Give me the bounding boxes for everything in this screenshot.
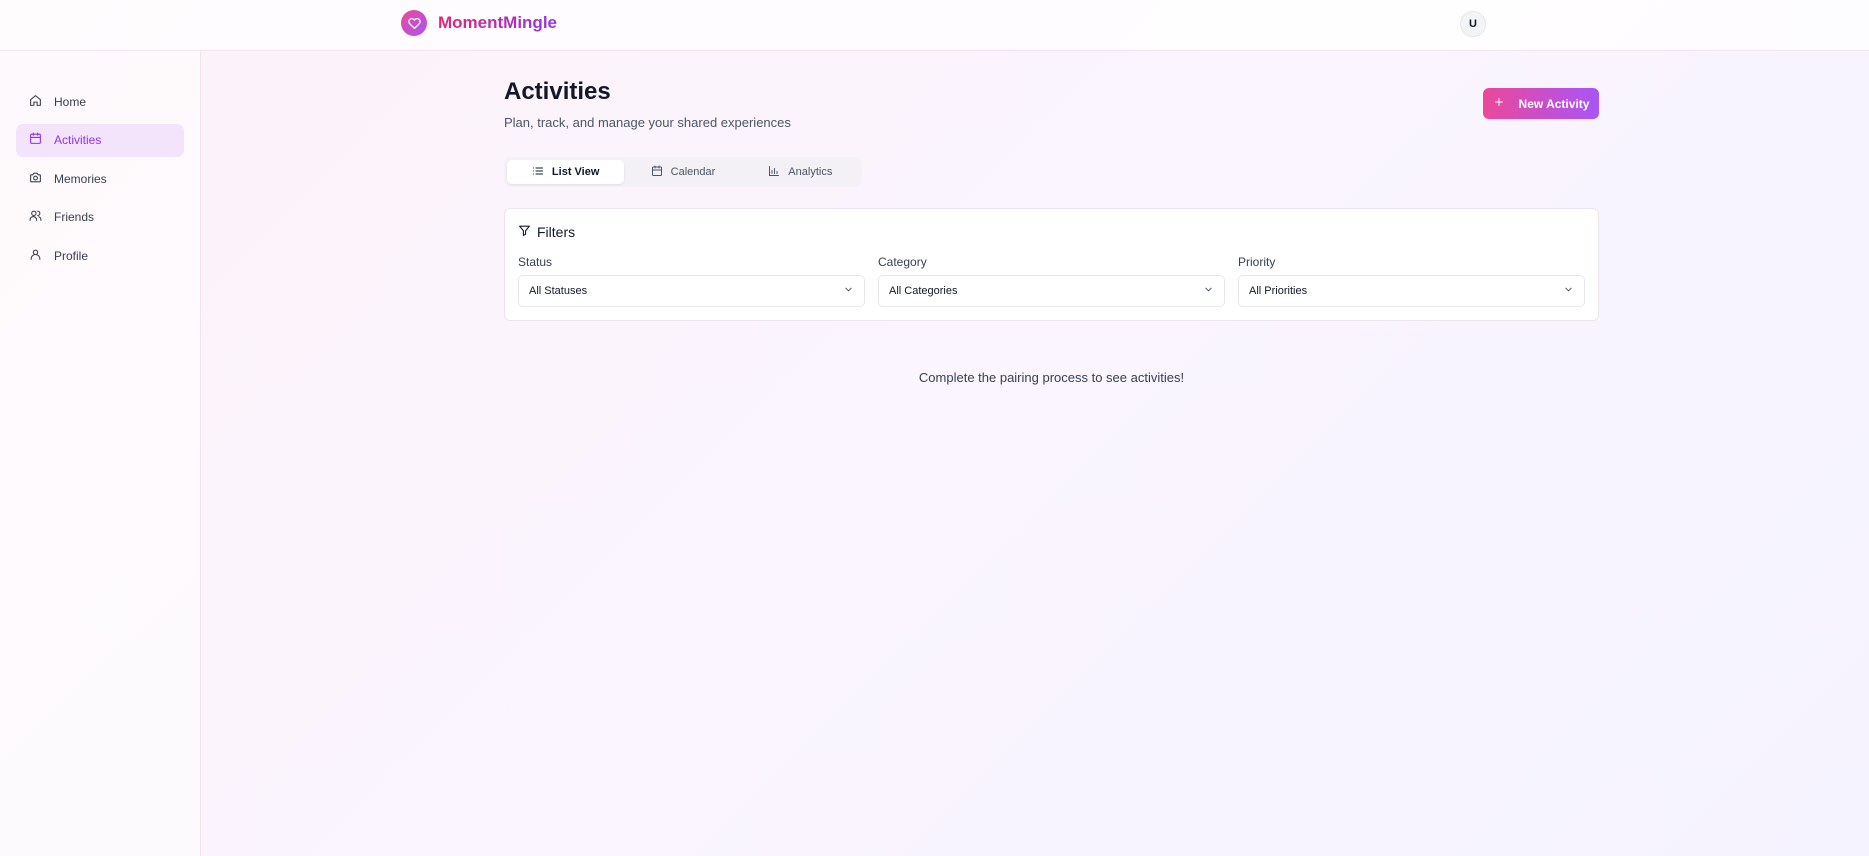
top-bar: MomentMingle U bbox=[0, 0, 1869, 51]
tab-label: List View bbox=[551, 166, 600, 178]
sidebar-item-label: Home bbox=[54, 94, 87, 109]
empty-state-message: Complete the pairing process to see acti… bbox=[918, 370, 1185, 385]
calendar-icon bbox=[651, 165, 663, 180]
filters-panel: Filters Status All Statuses Category All… bbox=[504, 208, 1599, 321]
status-filter: Status All Statuses bbox=[518, 255, 865, 307]
filter-icon bbox=[518, 224, 531, 240]
avatar[interactable]: U bbox=[1460, 11, 1486, 37]
filters-title: Filters bbox=[537, 224, 576, 240]
sidebar-item-activities[interactable]: Activities bbox=[16, 123, 184, 157]
sidebar: Home Activities Memories Friends Profile bbox=[0, 51, 201, 856]
sidebar-item-label: Activities bbox=[54, 133, 102, 147]
priority-filter: Priority All Priorities bbox=[1238, 255, 1585, 307]
tab-calendar[interactable]: Calendar bbox=[624, 160, 741, 184]
new-activity-button[interactable]: New Activity bbox=[1483, 88, 1599, 119]
brand-name: MomentMingle bbox=[438, 13, 557, 32]
list-icon bbox=[532, 165, 544, 180]
status-select[interactable]: All Statuses bbox=[518, 275, 865, 307]
status-label: Status bbox=[518, 255, 553, 269]
status-select-value: All Statuses bbox=[529, 285, 588, 297]
priority-select[interactable]: All Priorities bbox=[1238, 275, 1585, 307]
category-select-value: All Categories bbox=[889, 285, 958, 297]
filters-heading: Filters bbox=[518, 224, 575, 240]
priority-select-value: All Priorities bbox=[1249, 285, 1308, 297]
brand[interactable]: MomentMingle bbox=[401, 10, 557, 36]
tab-analytics[interactable]: Analytics bbox=[742, 160, 859, 184]
tab-list-view[interactable]: List View bbox=[507, 160, 625, 184]
chevron-down-icon bbox=[843, 284, 854, 298]
category-filter: Category All Categories bbox=[878, 255, 1225, 307]
tab-label: Calendar bbox=[670, 166, 716, 178]
sidebar-item-profile[interactable]: Profile bbox=[16, 239, 184, 272]
plus-icon bbox=[1493, 96, 1505, 111]
category-select[interactable]: All Categories bbox=[878, 275, 1225, 307]
new-activity-label: New Activity bbox=[1518, 96, 1590, 111]
priority-label: Priority bbox=[1238, 255, 1276, 269]
sidebar-item-label: Profile bbox=[54, 248, 89, 263]
view-tabs: List View Calendar Analytics bbox=[504, 157, 862, 187]
page-subtitle: Plan, track, and manage your shared expe… bbox=[504, 115, 791, 130]
sidebar-item-home[interactable]: Home bbox=[16, 85, 184, 118]
camera-icon bbox=[29, 171, 42, 187]
users-icon bbox=[29, 209, 42, 225]
chevron-down-icon bbox=[1563, 284, 1574, 298]
user-icon bbox=[29, 248, 42, 264]
chevron-down-icon bbox=[1203, 284, 1214, 298]
sidebar-item-friends[interactable]: Friends bbox=[16, 201, 184, 234]
calendar-icon bbox=[29, 132, 42, 148]
sidebar-item-label: Memories bbox=[54, 171, 107, 186]
home-icon bbox=[29, 94, 42, 110]
tab-label: Analytics bbox=[788, 166, 833, 178]
bar-chart-icon bbox=[768, 165, 780, 180]
sidebar-item-label: Friends bbox=[54, 210, 95, 224]
page-title: Activities bbox=[504, 78, 611, 105]
sidebar-item-memories[interactable]: Memories bbox=[16, 162, 184, 195]
heart-icon bbox=[401, 10, 427, 36]
category-label: Category bbox=[878, 255, 927, 269]
